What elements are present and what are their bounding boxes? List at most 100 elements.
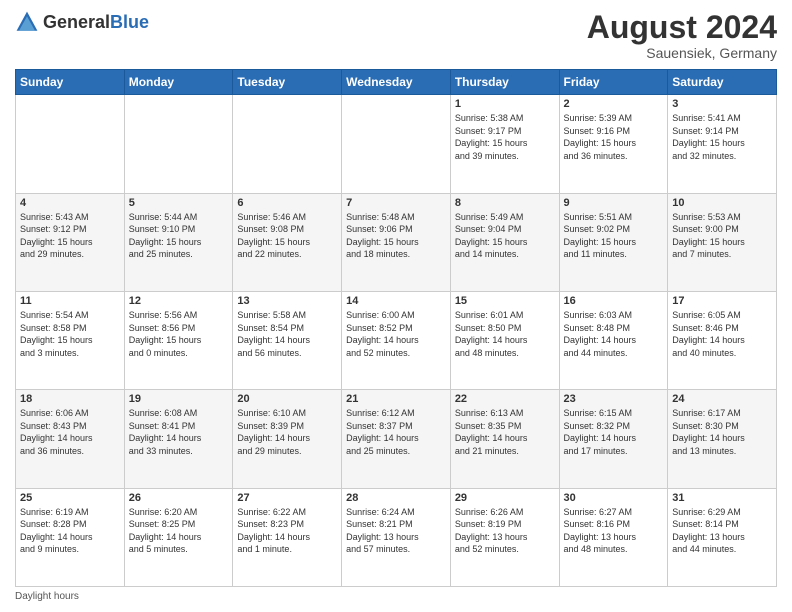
calendar-week-row: 4 Sunrise: 5:43 AM Sunset: 9:12 PM Daylig… <box>16 193 777 291</box>
calendar-cell: 21 Sunrise: 6:12 AM Sunset: 8:37 PM Dayli… <box>342 390 451 488</box>
day-info: Sunrise: 6:22 AM Sunset: 8:23 PM Dayligh… <box>237 506 337 556</box>
calendar-cell: 12 Sunrise: 5:56 AM Sunset: 8:56 PM Dayli… <box>124 291 233 389</box>
logo-icon <box>15 10 39 34</box>
day-number: 7 <box>346 197 446 209</box>
calendar-cell: 22Sunrise: 6:13 AM Sunset: 8:35 PM Dayli… <box>450 390 559 488</box>
calendar-cell: 15Sunrise: 6:01 AM Sunset: 8:50 PM Dayli… <box>450 291 559 389</box>
day-info: Sunrise: 5:38 AM Sunset: 9:17 PM Dayligh… <box>455 112 555 162</box>
day-info: Sunrise: 6:15 AM Sunset: 8:32 PM Dayligh… <box>564 407 664 457</box>
day-info: Sunrise: 5:56 AM Sunset: 8:56 PM Dayligh… <box>129 309 229 359</box>
day-info: Sunrise: 6:10 AM Sunset: 8:39 PM Dayligh… <box>237 407 337 457</box>
day-info: Sunrise: 5:46 AM Sunset: 9:08 PM Dayligh… <box>237 211 337 261</box>
calendar-week-row: 25 Sunrise: 6:19 AM Sunset: 8:28 PM Dayli… <box>16 488 777 586</box>
calendar-cell: 29Sunrise: 6:26 AM Sunset: 8:19 PM Dayli… <box>450 488 559 586</box>
day-info: Sunrise: 6:19 AM Sunset: 8:28 PM Dayligh… <box>20 506 120 556</box>
calendar-header-row: SundayMondayTuesdayWednesdayThursdayFrid… <box>16 70 777 95</box>
calendar-cell <box>16 95 125 193</box>
day-number: 17 <box>672 295 772 307</box>
calendar-week-row: 18Sunrise: 6:06 AM Sunset: 8:43 PM Dayli… <box>16 390 777 488</box>
calendar-cell <box>233 95 342 193</box>
day-info: Sunrise: 5:43 AM Sunset: 9:12 PM Dayligh… <box>20 211 120 261</box>
day-info: Sunrise: 5:44 AM Sunset: 9:10 PM Dayligh… <box>129 211 229 261</box>
day-number: 6 <box>237 197 337 209</box>
day-number: 10 <box>672 197 772 209</box>
calendar-cell: 6 Sunrise: 5:46 AM Sunset: 9:08 PM Daylig… <box>233 193 342 291</box>
calendar-cell: 31Sunrise: 6:29 AM Sunset: 8:14 PM Dayli… <box>668 488 777 586</box>
weekday-header: Thursday <box>450 70 559 95</box>
calendar-cell: 13 Sunrise: 5:58 AM Sunset: 8:54 PM Dayli… <box>233 291 342 389</box>
day-info: Sunrise: 6:08 AM Sunset: 8:41 PM Dayligh… <box>129 407 229 457</box>
day-info: Sunrise: 5:48 AM Sunset: 9:06 PM Dayligh… <box>346 211 446 261</box>
page: GeneralBlue August 2024 Sauensiek, Germa… <box>0 0 792 612</box>
day-number: 4 <box>20 197 120 209</box>
day-number: 14 <box>346 295 446 307</box>
day-info: Sunrise: 6:00 AM Sunset: 8:52 PM Dayligh… <box>346 309 446 359</box>
weekday-header: Saturday <box>668 70 777 95</box>
calendar-cell: 11Sunrise: 5:54 AM Sunset: 8:58 PM Dayli… <box>16 291 125 389</box>
calendar-cell <box>342 95 451 193</box>
day-info: Sunrise: 6:01 AM Sunset: 8:50 PM Dayligh… <box>455 309 555 359</box>
calendar-week-row: 11Sunrise: 5:54 AM Sunset: 8:58 PM Dayli… <box>16 291 777 389</box>
day-info: Sunrise: 5:53 AM Sunset: 9:00 PM Dayligh… <box>672 211 772 261</box>
day-number: 9 <box>564 197 664 209</box>
day-number: 21 <box>346 393 446 405</box>
day-info: Sunrise: 5:58 AM Sunset: 8:54 PM Dayligh… <box>237 309 337 359</box>
day-info: Sunrise: 5:39 AM Sunset: 9:16 PM Dayligh… <box>564 112 664 162</box>
calendar-cell: 17Sunrise: 6:05 AM Sunset: 8:46 PM Dayli… <box>668 291 777 389</box>
day-number: 23 <box>564 393 664 405</box>
day-info: Sunrise: 5:41 AM Sunset: 9:14 PM Dayligh… <box>672 112 772 162</box>
day-number: 13 <box>237 295 337 307</box>
calendar-cell: 18Sunrise: 6:06 AM Sunset: 8:43 PM Dayli… <box>16 390 125 488</box>
calendar-cell: 19 Sunrise: 6:08 AM Sunset: 8:41 PM Dayli… <box>124 390 233 488</box>
day-number: 26 <box>129 492 229 504</box>
day-info: Sunrise: 6:03 AM Sunset: 8:48 PM Dayligh… <box>564 309 664 359</box>
logo-blue: Blue <box>110 12 149 32</box>
calendar-cell: 25 Sunrise: 6:19 AM Sunset: 8:28 PM Dayli… <box>16 488 125 586</box>
footer: Daylight hours <box>15 591 777 602</box>
day-number: 27 <box>237 492 337 504</box>
day-number: 2 <box>564 98 664 110</box>
day-number: 12 <box>129 295 229 307</box>
calendar-cell: 20 Sunrise: 6:10 AM Sunset: 8:39 PM Dayli… <box>233 390 342 488</box>
day-info: Sunrise: 5:49 AM Sunset: 9:04 PM Dayligh… <box>455 211 555 261</box>
calendar-cell: 28 Sunrise: 6:24 AM Sunset: 8:21 PM Dayli… <box>342 488 451 586</box>
weekday-header: Friday <box>559 70 668 95</box>
day-info: Sunrise: 6:27 AM Sunset: 8:16 PM Dayligh… <box>564 506 664 556</box>
day-info: Sunrise: 6:12 AM Sunset: 8:37 PM Dayligh… <box>346 407 446 457</box>
day-number: 19 <box>129 393 229 405</box>
calendar-cell: 5 Sunrise: 5:44 AM Sunset: 9:10 PM Daylig… <box>124 193 233 291</box>
calendar-week-row: 1Sunrise: 5:38 AM Sunset: 9:17 PM Daylig… <box>16 95 777 193</box>
month-year: August 2024 <box>587 10 777 45</box>
day-number: 18 <box>20 393 120 405</box>
day-number: 25 <box>20 492 120 504</box>
calendar-cell: 10 Sunrise: 5:53 AM Sunset: 9:00 PM Dayli… <box>668 193 777 291</box>
day-number: 8 <box>455 197 555 209</box>
day-info: Sunrise: 5:54 AM Sunset: 8:58 PM Dayligh… <box>20 309 120 359</box>
weekday-header: Wednesday <box>342 70 451 95</box>
title-block: August 2024 Sauensiek, Germany <box>587 10 777 61</box>
calendar-cell: 9Sunrise: 5:51 AM Sunset: 9:02 PM Daylig… <box>559 193 668 291</box>
day-number: 5 <box>129 197 229 209</box>
calendar-cell: 24Sunrise: 6:17 AM Sunset: 8:30 PM Dayli… <box>668 390 777 488</box>
location: Sauensiek, Germany <box>587 45 777 61</box>
calendar-cell: 3Sunrise: 5:41 AM Sunset: 9:14 PM Daylig… <box>668 95 777 193</box>
weekday-header: Sunday <box>16 70 125 95</box>
calendar-cell: 14 Sunrise: 6:00 AM Sunset: 8:52 PM Dayli… <box>342 291 451 389</box>
calendar-cell <box>124 95 233 193</box>
day-number: 20 <box>237 393 337 405</box>
calendar-cell: 16 Sunrise: 6:03 AM Sunset: 8:48 PM Dayli… <box>559 291 668 389</box>
calendar-cell: 7 Sunrise: 5:48 AM Sunset: 9:06 PM Daylig… <box>342 193 451 291</box>
header: GeneralBlue August 2024 Sauensiek, Germa… <box>15 10 777 61</box>
calendar-cell: 23 Sunrise: 6:15 AM Sunset: 8:32 PM Dayli… <box>559 390 668 488</box>
day-number: 16 <box>564 295 664 307</box>
calendar-table: SundayMondayTuesdayWednesdayThursdayFrid… <box>15 69 777 587</box>
calendar-cell: 30Sunrise: 6:27 AM Sunset: 8:16 PM Dayli… <box>559 488 668 586</box>
day-number: 29 <box>455 492 555 504</box>
day-info: Sunrise: 6:17 AM Sunset: 8:30 PM Dayligh… <box>672 407 772 457</box>
day-info: Sunrise: 6:13 AM Sunset: 8:35 PM Dayligh… <box>455 407 555 457</box>
logo: GeneralBlue <box>15 10 149 34</box>
calendar-cell: 1Sunrise: 5:38 AM Sunset: 9:17 PM Daylig… <box>450 95 559 193</box>
day-number: 28 <box>346 492 446 504</box>
day-info: Sunrise: 6:24 AM Sunset: 8:21 PM Dayligh… <box>346 506 446 556</box>
calendar-cell: 4 Sunrise: 5:43 AM Sunset: 9:12 PM Daylig… <box>16 193 125 291</box>
